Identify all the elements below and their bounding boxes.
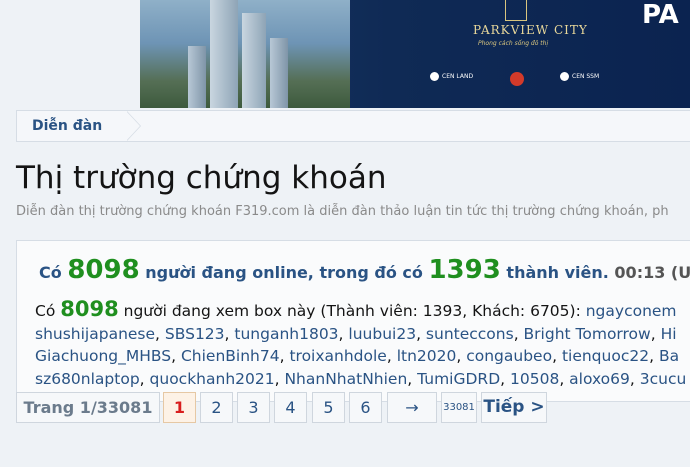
badge-icon [510, 72, 524, 86]
partner-cenland: CEN LAND [430, 72, 473, 81]
page-title: Thị trường chứng khoán [16, 160, 387, 196]
user-link[interactable]: Giachuong_MHBS [35, 347, 171, 365]
banner-edge-text: PA [642, 0, 679, 30]
page-2-button[interactable]: 2 [200, 392, 233, 423]
viewers-list: Có 8098 người đang xem box này (Thành vi… [35, 298, 690, 390]
partner-censsm: CEN SSM [560, 72, 599, 81]
user-link[interactable]: SBS123 [165, 325, 225, 343]
user-link[interactable]: sz680nlaptop [35, 370, 140, 388]
page-1-button[interactable]: 1 [163, 392, 196, 423]
banner-tagline: Phong cách sống đô thị [478, 40, 549, 47]
censsm-icon [560, 72, 569, 81]
user-link[interactable]: luubui23 [348, 325, 416, 343]
user-link[interactable]: ChienBinh74 [181, 347, 280, 365]
page-jump-arrow-icon[interactable]: → [387, 392, 437, 423]
user-link[interactable]: ngayconem [586, 302, 677, 320]
member-count: 1393 [428, 255, 501, 285]
page-description: Diễn đàn thị trường chứng khoán F319.com… [16, 204, 669, 219]
online-count: 8098 [67, 255, 140, 285]
user-link[interactable]: aloxo69 [569, 370, 630, 388]
user-link[interactable]: troixanhdole [289, 347, 386, 365]
user-link[interactable]: tunganh1803 [234, 325, 338, 343]
breadcrumb: Diễn đàn [16, 110, 690, 142]
user-link[interactable]: shushijapanese [35, 325, 155, 343]
online-summary: Có 8098 người đang online, trong đó có 1… [39, 255, 690, 285]
partner-badge [510, 72, 527, 86]
server-time: 00:13 (UT [614, 263, 690, 282]
banner-photo [140, 0, 350, 108]
online-users-box: Có 8098 người đang online, trong đó có 1… [16, 240, 690, 402]
viewers-line-1: Có 8098 người đang xem box này (Thành vi… [35, 297, 677, 321]
user-link[interactable]: Ba [659, 347, 679, 365]
cenland-icon [430, 72, 439, 81]
user-link[interactable]: sunteccons [426, 325, 514, 343]
user-link[interactable]: 10508 [510, 370, 559, 388]
user-link[interactable]: tienquoc22 [562, 347, 649, 365]
user-link[interactable]: TumiGDRD [417, 370, 500, 388]
viewers-count: 8098 [60, 297, 119, 321]
user-link[interactable]: ltn2020 [397, 347, 457, 365]
ad-banner[interactable]: PARKVIEW CITY Phong cách sống đô thị CEN… [140, 0, 690, 108]
next-page-button[interactable]: Tiếp > [481, 392, 547, 423]
user-link[interactable]: Hi [661, 325, 677, 343]
viewers-line-2: shushijapanese, SBS123, tunganh1803, luu… [35, 324, 677, 343]
parkview-logo-icon [505, 0, 527, 21]
page-6-button[interactable]: 6 [349, 392, 382, 423]
user-link[interactable]: 3cucu [640, 370, 687, 388]
user-link[interactable]: NhanNhatNhien [284, 370, 407, 388]
page-5-button[interactable]: 5 [312, 392, 345, 423]
viewers-line-3: Giachuong_MHBS, ChienBinh74, troixanhdol… [35, 347, 680, 365]
page-counter: Trang 1/33081 [16, 392, 160, 423]
last-page-button[interactable]: 33081 [441, 392, 477, 423]
user-link[interactable]: quockhanh2021 [150, 370, 275, 388]
user-link[interactable]: Bright Tomorrow [524, 325, 651, 343]
page-3-button[interactable]: 3 [237, 392, 270, 423]
page-4-button[interactable]: 4 [274, 392, 307, 423]
viewers-line-4: sz680nlaptop, quockhanh2021, NhanNhatNhi… [35, 369, 687, 388]
user-link[interactable]: congaubeo [466, 347, 552, 365]
breadcrumb-forums-link[interactable]: Diễn đàn [17, 111, 127, 141]
banner-brand: PARKVIEW CITY [473, 23, 588, 37]
